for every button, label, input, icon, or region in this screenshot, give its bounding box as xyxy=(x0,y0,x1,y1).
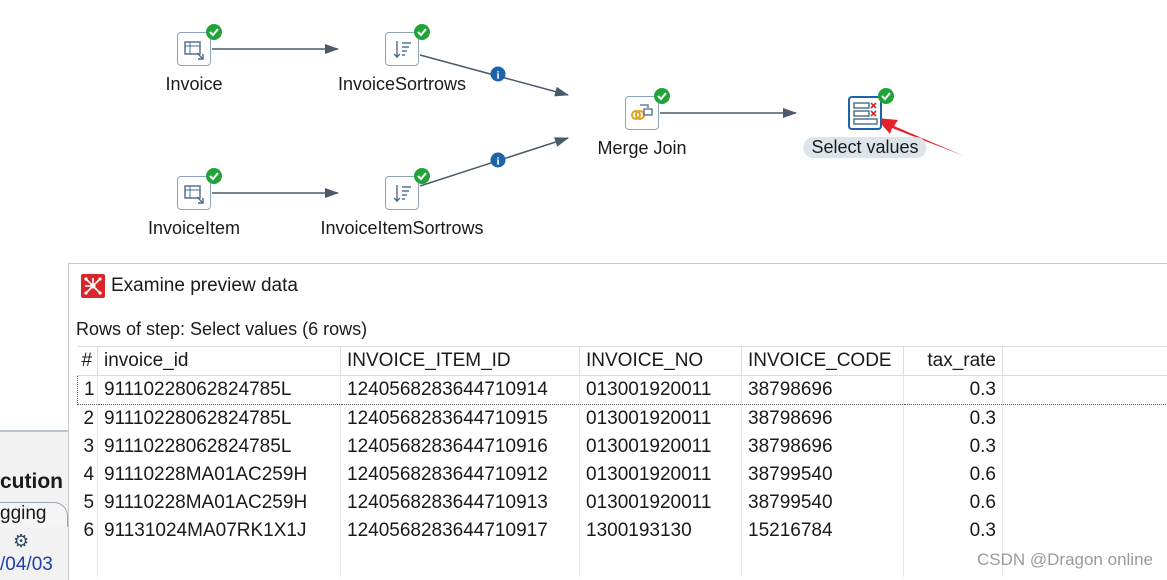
table-cell[interactable]: 91110228062824785L xyxy=(97,375,341,405)
row-number: 1 xyxy=(77,375,98,405)
table-row[interactable]: 1 91110228062824785L 1240568283644710914… xyxy=(77,375,1167,405)
row-number: 2 xyxy=(77,404,98,433)
table-cell[interactable]: 013001920011 xyxy=(579,404,742,433)
table-cell[interactable]: 013001920011 xyxy=(579,375,742,405)
tab-logging-label[interactable]: gging xyxy=(0,503,47,525)
table-cell[interactable]: 91110228062824785L xyxy=(97,433,341,461)
table-cell-empty xyxy=(1003,517,1167,545)
table-cell-empty xyxy=(1003,489,1167,517)
table-cell[interactable]: 38799540 xyxy=(741,489,904,517)
transformation-canvas[interactable]: i i Invoice InvoiceSortrows Merge Join S… xyxy=(0,0,1167,265)
table-cell[interactable]: 0.3 xyxy=(903,404,1003,433)
table-cell[interactable]: 013001920011 xyxy=(579,433,742,461)
table-cell[interactable]: 1240568283644710915 xyxy=(340,404,580,433)
step-label: Select values xyxy=(803,137,927,158)
svg-text:i: i xyxy=(496,156,499,168)
step-label: Merge Join xyxy=(597,138,687,158)
preview-dialog-icon xyxy=(81,274,105,298)
gear-icon[interactable]: ⚙ xyxy=(13,531,29,552)
table-cell[interactable]: 0.3 xyxy=(903,433,1003,461)
row-number: 6 xyxy=(77,517,98,545)
table-row[interactable]: 2 91110228062824785L 1240568283644710915… xyxy=(77,404,1167,434)
column-header-empty xyxy=(1002,346,1167,376)
rows-of-step-label: Rows of step: Select values (6 rows) xyxy=(76,319,368,339)
check-icon xyxy=(414,168,430,184)
examine-preview-dialog: Examine preview data Rows of step: Selec… xyxy=(68,263,1167,580)
check-icon xyxy=(878,88,894,104)
panel-divider xyxy=(0,430,70,432)
dialog-title: Examine preview data xyxy=(111,275,298,296)
table-cell-empty xyxy=(1003,405,1167,434)
table-cell-empty xyxy=(1003,433,1167,461)
column-header[interactable]: invoice_id xyxy=(97,346,341,376)
table-cell[interactable]: 0.3 xyxy=(903,375,1003,405)
table-cell[interactable]: 1300193130 xyxy=(579,517,742,545)
table-cell[interactable]: 1240568283644710916 xyxy=(340,433,580,461)
table-cell[interactable]: 91110228MA01AC259H xyxy=(97,461,341,489)
table-cell[interactable]: 0.6 xyxy=(903,489,1003,517)
table-header-row: # invoice_id INVOICE_ITEM_ID INVOICE_NO … xyxy=(77,346,1167,376)
column-header[interactable]: INVOICE_NO xyxy=(579,346,742,376)
panel-title: cution xyxy=(0,470,63,493)
table-cell[interactable]: 38798696 xyxy=(741,433,904,461)
table-row[interactable]: 4 91110228MA01AC259H 1240568283644710912… xyxy=(77,461,1167,489)
step-label: InvoiceItem xyxy=(147,218,241,238)
table-cell[interactable]: 0.3 xyxy=(903,517,1003,545)
check-icon xyxy=(414,24,430,40)
preview-data-table[interactable]: # invoice_id INVOICE_ITEM_ID INVOICE_NO … xyxy=(77,346,1167,577)
column-header[interactable]: INVOICE_ITEM_ID xyxy=(340,346,580,376)
watermark: CSDN @Dragon online xyxy=(976,550,1153,569)
step-label: InvoiceSortrows xyxy=(337,74,467,94)
step-label: Invoice xyxy=(165,74,223,94)
table-row[interactable]: 3 91110228062824785L 1240568283644710916… xyxy=(77,433,1167,461)
table-cell[interactable]: 1240568283644710917 xyxy=(340,517,580,545)
table-cell[interactable]: 1240568283644710912 xyxy=(340,461,580,489)
column-header-rownum[interactable]: # xyxy=(77,346,98,376)
check-icon xyxy=(654,88,670,104)
table-cell-empty xyxy=(1003,461,1167,489)
row-number: 5 xyxy=(77,489,98,517)
table-cell[interactable]: 91131024MA07RK1X1J xyxy=(97,517,341,545)
log-date: /04/03 xyxy=(0,554,53,575)
table-cell[interactable]: 38799540 xyxy=(741,461,904,489)
step-select-values[interactable] xyxy=(848,96,882,130)
row-number: 3 xyxy=(77,433,98,461)
table-cell[interactable]: 38798696 xyxy=(741,404,904,433)
column-header[interactable]: INVOICE_CODE xyxy=(741,346,904,376)
step-label: InvoiceItemSortrows xyxy=(320,218,484,238)
execution-results-panel: cution gging ⚙ /04/03 xyxy=(0,430,70,580)
info-icon[interactable]: i xyxy=(490,152,506,168)
table-cell[interactable]: 013001920011 xyxy=(579,461,742,489)
table-cell[interactable]: 38798696 xyxy=(741,375,904,405)
table-cell[interactable]: 91110228MA01AC259H xyxy=(97,489,341,517)
table-row[interactable]: 6 91131024MA07RK1X1J 1240568283644710917… xyxy=(77,517,1167,545)
check-icon xyxy=(206,168,222,184)
table-cell[interactable]: 91110228062824785L xyxy=(97,404,341,433)
table-cell[interactable]: 0.6 xyxy=(903,461,1003,489)
svg-text:i: i xyxy=(496,70,499,82)
table-cell-empty xyxy=(1002,375,1167,405)
table-cell[interactable]: 1240568283644710913 xyxy=(340,489,580,517)
info-icon[interactable]: i xyxy=(490,66,506,82)
table-cell[interactable]: 013001920011 xyxy=(579,489,742,517)
table-cell[interactable]: 1240568283644710914 xyxy=(340,375,580,405)
table-cell[interactable]: 15216784 xyxy=(741,517,904,545)
row-number: 4 xyxy=(77,461,98,489)
check-icon xyxy=(206,24,222,40)
table-row[interactable]: 5 91110228MA01AC259H 1240568283644710913… xyxy=(77,489,1167,517)
column-header[interactable]: tax_rate xyxy=(903,346,1003,376)
